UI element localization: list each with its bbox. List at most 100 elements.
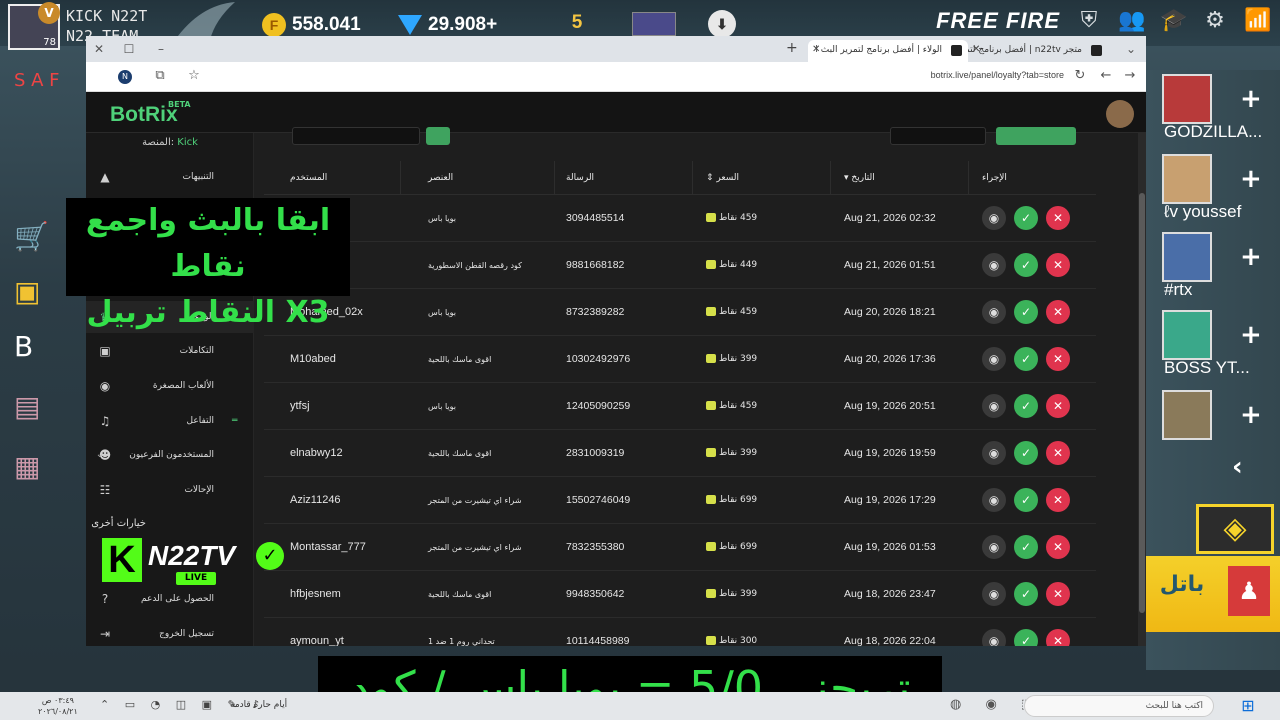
tab-list-icon[interactable]: ⌄: [1122, 40, 1140, 58]
network-icon[interactable]: 📶: [1244, 8, 1271, 34]
safe-badge-icon[interactable]: S A F: [14, 70, 84, 110]
forward-icon[interactable]: →: [1122, 68, 1138, 83]
windows-start-icon[interactable]: ⊞: [1238, 696, 1258, 716]
url-field[interactable]: botrix.live/panel/loyalty?tab=store: [931, 70, 1064, 80]
maximize-window-icon[interactable]: ☐: [120, 40, 138, 58]
back-icon[interactable]: ←: [1098, 68, 1114, 83]
diamond-counter[interactable]: 29.908+: [398, 12, 497, 38]
minimize-window-icon[interactable]: –: [152, 40, 170, 58]
taskbar-clock[interactable]: ٠٣:٤٩ ص ٢٠٢٦/٠٨/٢١: [38, 695, 78, 717]
view-eye-icon[interactable]: ◉: [982, 394, 1006, 418]
view-eye-icon[interactable]: ◉: [982, 347, 1006, 371]
botrix-favicon-icon: [951, 45, 962, 56]
close-tab-icon[interactable]: ✕: [812, 44, 820, 55]
chevron-down-icon[interactable]: ⌄: [96, 439, 104, 471]
sidebar-item-minigames[interactable]: ◉ الألعاب المصغرة: [86, 370, 254, 402]
guild-icon[interactable]: 🎓: [1160, 8, 1187, 34]
approve-check-icon[interactable]: ✓: [1014, 300, 1038, 324]
rank-badge[interactable]: 5: [560, 6, 594, 40]
add-friend-icon[interactable]: +: [1240, 320, 1262, 350]
reject-x-icon[interactable]: ✕: [1046, 535, 1070, 559]
reject-x-icon[interactable]: ✕: [1046, 347, 1070, 371]
approve-check-icon[interactable]: ✓: [1014, 441, 1038, 465]
taskbar-search-input[interactable]: اكتب هنا للبحث: [1024, 695, 1214, 717]
approve-check-icon[interactable]: ✓: [1014, 206, 1038, 230]
reject-x-icon[interactable]: ✕: [1046, 582, 1070, 606]
friend-slot[interactable]: + GODZILLA...: [1160, 74, 1280, 144]
close-window-icon[interactable]: ✕: [90, 40, 108, 58]
mode-select-icon[interactable]: ◈: [1196, 504, 1274, 554]
add-button[interactable]: [996, 127, 1076, 145]
add-friend-icon[interactable]: +: [1240, 400, 1262, 430]
reject-x-icon[interactable]: ✕: [1046, 206, 1070, 230]
filter-toolbar: [254, 127, 1146, 149]
weather-widget[interactable]: أيام حارة قادمة: [230, 700, 287, 710]
row-message: 9948350642: [566, 588, 625, 600]
reject-x-icon[interactable]: ✕: [1046, 300, 1070, 324]
collapse-arrow-icon[interactable]: ‹: [1232, 452, 1243, 482]
column-header-date[interactable]: التاريخ ▾: [844, 161, 875, 195]
sidebar-item-alerts[interactable]: ▲ التنبيهات: [86, 161, 254, 193]
sidebar-item-integrations[interactable]: ▣ التكاملات: [86, 335, 254, 367]
sidebar-item-interaction[interactable]: ♫ ═ التفاعل: [86, 405, 254, 437]
reload-icon[interactable]: ↻: [1072, 68, 1088, 83]
extensions-icon[interactable]: ⧉: [152, 68, 168, 83]
view-eye-icon[interactable]: ◉: [982, 206, 1006, 230]
calendar-icon[interactable]: ▦: [14, 450, 84, 490]
tab-store[interactable]: ✕ متجر n22tv | أفضل برنامج لتمرير: [968, 40, 1108, 62]
friend-slot[interactable]: + BOSS YT...: [1160, 310, 1280, 380]
friends-icon[interactable]: 👥: [1118, 8, 1145, 34]
user-avatar[interactable]: [1106, 100, 1134, 128]
approve-check-icon[interactable]: ✓: [1014, 253, 1038, 277]
status-select[interactable]: [890, 127, 986, 145]
view-eye-icon[interactable]: ◉: [982, 300, 1006, 324]
friend-slot[interactable]: + #rtx: [1160, 232, 1280, 302]
view-eye-icon[interactable]: ◉: [982, 582, 1006, 606]
view-eye-icon[interactable]: ◉: [982, 629, 1006, 646]
reject-x-icon[interactable]: ✕: [1046, 394, 1070, 418]
reject-x-icon[interactable]: ✕: [1046, 488, 1070, 512]
row-date: Aug 19, 2026 20:51: [844, 400, 936, 412]
approve-check-icon[interactable]: ✓: [1014, 394, 1038, 418]
approve-check-icon[interactable]: ✓: [1014, 347, 1038, 371]
booyah-icon[interactable]: B: [14, 330, 84, 370]
close-tab-icon[interactable]: ✕: [972, 44, 980, 55]
friend-slot[interactable]: + ℓv youssef: [1160, 154, 1280, 224]
start-battle-button[interactable]: باتل ♟: [1146, 556, 1280, 632]
friend-slot[interactable]: +: [1160, 390, 1280, 460]
gold-counter[interactable]: F 558.041: [262, 12, 361, 38]
column-header-item: العنصر: [428, 173, 454, 183]
sidebar-item-logout[interactable]: ⇥ تسجيل الخروج: [86, 618, 254, 646]
tab-loyalty[interactable]: ✕ الولاء | أفضل برنامج لتمرير البث ا: [808, 40, 968, 62]
bookmark-star-icon[interactable]: ☆: [186, 68, 202, 83]
approve-check-icon[interactable]: ✓: [1014, 582, 1038, 606]
search-input[interactable]: [292, 127, 420, 145]
search-button[interactable]: [426, 127, 450, 145]
view-eye-icon[interactable]: ◉: [982, 441, 1006, 465]
cloud-download-icon[interactable]: ⬇: [708, 10, 736, 38]
view-eye-icon[interactable]: ◉: [982, 488, 1006, 512]
reject-x-icon[interactable]: ✕: [1046, 629, 1070, 646]
reject-x-icon[interactable]: ✕: [1046, 253, 1070, 277]
reject-x-icon[interactable]: ✕: [1046, 441, 1070, 465]
scrollbar[interactable]: [1138, 133, 1146, 646]
column-header-price[interactable]: السعر ⇕: [706, 161, 739, 195]
new-tab-icon[interactable]: +: [786, 40, 798, 56]
sidebar-item-subusers[interactable]: ☻ ⌄ المستخدمون الفرعيون: [86, 439, 254, 471]
sidebar-item-referrals[interactable]: ☷ الإحالات: [86, 474, 254, 506]
add-friend-icon[interactable]: +: [1240, 164, 1262, 194]
approve-check-icon[interactable]: ✓: [1014, 488, 1038, 512]
vault-icon[interactable]: [632, 12, 676, 36]
settings-gear-icon[interactable]: ⚙: [1202, 8, 1228, 34]
approve-check-icon[interactable]: ✓: [1014, 629, 1038, 646]
add-friend-icon[interactable]: +: [1240, 242, 1262, 272]
scrollbar-thumb[interactable]: [1139, 193, 1145, 613]
points-coin-icon: [706, 589, 716, 598]
shield-icon[interactable]: ⛨: [1076, 8, 1102, 34]
events-icon[interactable]: ▤: [14, 390, 84, 430]
view-eye-icon[interactable]: ◉: [982, 253, 1006, 277]
profile-icon[interactable]: N: [118, 70, 132, 84]
add-friend-icon[interactable]: +: [1240, 84, 1262, 114]
view-eye-icon[interactable]: ◉: [982, 535, 1006, 559]
approve-check-icon[interactable]: ✓: [1014, 535, 1038, 559]
